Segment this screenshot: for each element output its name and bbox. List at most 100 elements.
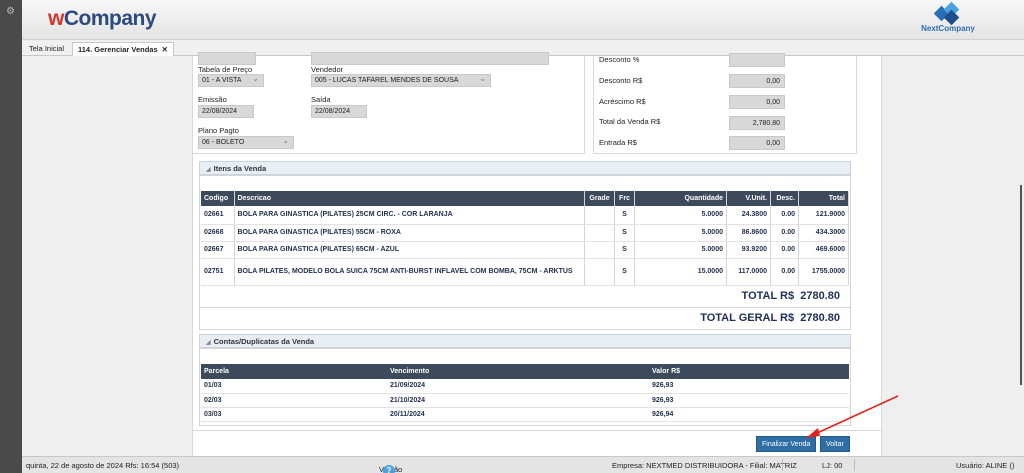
table-row[interactable]: 02/03 21/10/2024 926,93: [201, 393, 849, 408]
desconto-rs-field[interactable]: 0,00: [729, 74, 785, 88]
cell-codigo: 02751: [201, 258, 235, 286]
emissao-field[interactable]: 22/08/2024: [198, 105, 254, 118]
table-row[interactable]: 02751 BOLA PILATES, MODELO BOLA SUICA 75…: [201, 258, 849, 286]
cell-frc: S: [614, 224, 635, 242]
voltar-button[interactable]: Voltar: [820, 436, 850, 452]
cell-vunit: 24.3800: [726, 206, 771, 225]
itens-header-row: Codigo Descricao Grade Frc Quantidade V.…: [201, 191, 849, 206]
itens-table: Codigo Descricao Grade Frc Quantidade V.…: [201, 191, 849, 286]
vendedor-select[interactable]: 005 - LUCAS TAFAREL MENDES DE SOUSA: [311, 74, 491, 87]
status-divider: [854, 459, 855, 471]
cell-descricao: BOLA PILATES, MODELO BOLA SUICA 75CM ANT…: [234, 258, 585, 286]
plano-select[interactable]: 06 - BOLETO: [198, 136, 294, 149]
cell-vencimento: 21/10/2024: [387, 393, 649, 408]
cell-qtd: 5.0000: [634, 224, 727, 242]
table-row[interactable]: 02668 BOLA PARA GINASTICA (PILATES) 55CM…: [201, 224, 849, 242]
col-descricao: Descricao: [234, 191, 585, 206]
collapse-icon[interactable]: ◢: [206, 340, 211, 346]
total-line: TOTAL R$ 2780.80: [741, 290, 840, 302]
col-valor: Valor R$: [649, 364, 849, 379]
tab-tela-inicial[interactable]: Tela Inicial: [24, 42, 69, 56]
finalizar-venda-button[interactable]: Finalizar Venda: [756, 436, 817, 452]
contas-header[interactable]: ◢ Contas/Duplicatas da Venda: [199, 334, 851, 348]
cell-frc: S: [614, 206, 635, 225]
cell-desc: 0.00: [770, 241, 799, 259]
tab-gerenciar-vendas[interactable]: 114. Gerenciar Vendas ✕: [72, 42, 174, 56]
desconto-pct-field[interactable]: [729, 53, 785, 67]
saida-label: Saída: [311, 95, 331, 104]
cell-total: 121.9000: [798, 206, 849, 225]
table-row[interactable]: 02661 BOLA PARA GINASTICA (PILATES) 25CM…: [201, 206, 849, 225]
close-tab-icon[interactable]: ✕: [162, 45, 168, 54]
col-vencimento: Vencimento: [387, 364, 649, 379]
wcompany-logo: wCompany: [48, 7, 157, 30]
cell-descricao: BOLA PARA GINASTICA (PILATES) 65CM - AZU…: [234, 241, 585, 259]
cell-descricao: BOLA PARA GINASTICA (PILATES) 25CM CIRC.…: [234, 206, 585, 225]
entrada-field[interactable]: 0,00: [729, 136, 785, 150]
acrescimo-field[interactable]: 0,00: [729, 95, 785, 109]
cell-parcela: 01/03: [201, 379, 387, 394]
saida-field[interactable]: 22/08/2024: [311, 105, 367, 118]
col-desc: Desc.: [770, 191, 799, 206]
cell-valor: 926,94: [649, 407, 849, 422]
cell-codigo: 02668: [201, 224, 235, 242]
collapse-icon[interactable]: ◢: [206, 167, 211, 173]
status-bar: quinta, 22 de agosto de 2024 Rfs: 16:54 …: [22, 456, 1024, 473]
cell-codigo: 02667: [201, 241, 235, 259]
cell-qtd: 15.0000: [634, 258, 727, 286]
contas-box: Parcela Vencimento Valor R$ 01/03 21/09/…: [199, 348, 851, 426]
col-frc: Frc: [614, 191, 635, 206]
help-icon[interactable]: ?: [383, 465, 395, 473]
scrollbar[interactable]: [1020, 185, 1022, 385]
cell-vunit: 117.0000: [726, 258, 771, 286]
status-empresa: Empresa: NEXTMED DISTRIBUIDORA - Filial:…: [612, 461, 797, 470]
cell-descricao: BOLA PARA GINASTICA (PILATES) 55CM - ROX…: [234, 224, 585, 242]
cell-grade: [584, 224, 615, 242]
status-divider: [782, 459, 783, 471]
cell-grade: [584, 206, 615, 225]
total-geral-line: TOTAL GERAL R$ 2780.80: [700, 312, 840, 324]
col-codigo: Codigo: [201, 191, 235, 206]
cell-desc: 0.00: [770, 206, 799, 225]
col-vunit: V.Unit.: [726, 191, 771, 206]
cell-grade: [584, 241, 615, 259]
table-row[interactable]: 01/03 21/09/2024 926,93: [201, 379, 849, 394]
table-row[interactable]: 02667 BOLA PARA GINASTICA (PILATES) 65CM…: [201, 241, 849, 259]
tabela-label: Tabela de Preço: [198, 65, 253, 74]
col-total: Total: [798, 191, 849, 206]
cell-frc: S: [614, 241, 635, 259]
cell-valor: 926,93: [649, 379, 849, 394]
entrada-label: Entrada R$: [599, 138, 637, 147]
table-row[interactable]: 03/03 20/11/2024 926,94: [201, 407, 849, 422]
total-venda-label: Total da Venda R$: [599, 117, 661, 126]
left-rail: ⚙: [0, 0, 22, 473]
sale-panel: Tabela de Preço 01 - A VISTA Vendedor 00…: [192, 52, 883, 456]
col-parcela: Parcela: [201, 364, 387, 379]
cell-desc: 0.00: [770, 258, 799, 286]
cell-valor: 926,93: [649, 393, 849, 408]
cell-codigo: 02661: [201, 206, 235, 225]
cell-vencimento: 20/11/2024: [387, 407, 649, 422]
desconto-pct-label: Desconto %: [599, 55, 640, 64]
desconto-rs-label: Desconto R$: [599, 76, 643, 85]
cell-parcela: 03/03: [201, 407, 387, 422]
acrescimo-label: Acréscimo R$: [599, 97, 646, 106]
cell-total: 1755.0000: [798, 258, 849, 286]
cell-qtd: 5.0000: [634, 241, 727, 259]
cell-total: 469.6000: [798, 241, 849, 259]
itens-box: Codigo Descricao Grade Frc Quantidade V.…: [199, 175, 851, 330]
tabela-select[interactable]: 01 - A VISTA: [198, 74, 264, 87]
contas-table: Parcela Vencimento Valor R$ 01/03 21/09/…: [201, 364, 849, 422]
vendedor-label: Vendedor: [311, 65, 344, 74]
contas-header-row: Parcela Vencimento Valor R$: [201, 364, 849, 379]
top-bar: wCompany NextCompany: [22, 0, 1024, 40]
cell-frc: S: [614, 258, 635, 286]
cell-desc: 0.00: [770, 224, 799, 242]
gear-icon[interactable]: ⚙: [6, 6, 15, 17]
cell-qtd: 5.0000: [634, 206, 727, 225]
cell-parcela: 02/03: [201, 393, 387, 408]
itens-header[interactable]: ◢ Itens da Venda: [199, 161, 851, 175]
status-usuario: Usuário: ALINE (): [956, 461, 1015, 470]
nextcompany-logo: NextCompany: [908, 1, 988, 34]
status-datetime: quinta, 22 de agosto de 2024 Rfs: 16:54 …: [26, 461, 180, 470]
